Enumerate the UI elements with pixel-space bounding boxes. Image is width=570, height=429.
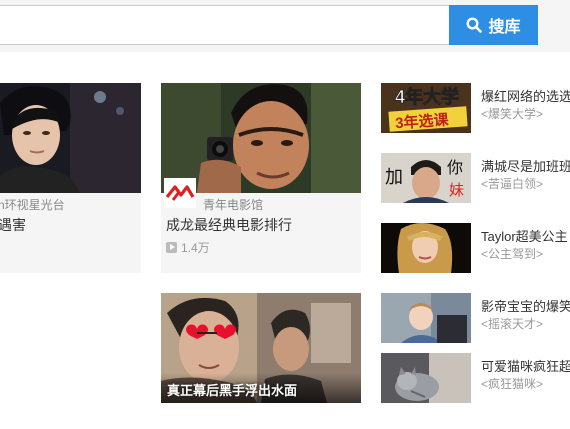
thumb-caption: 3年选课: [395, 111, 450, 133]
view-count: 1.4万: [181, 241, 210, 255]
side-item-title[interactable]: 爆红网络的选选: [481, 86, 570, 105]
video-card[interactable]: n环视星光台 遇害: [0, 83, 141, 273]
thumb-caption: 加: [385, 167, 403, 187]
side-list-item[interactable]: 加 你 妹 满城尽是加班班 <苦逼白领>: [381, 153, 570, 205]
channel-logo: [164, 178, 196, 208]
side-item-subtitle: <公主驾到>: [481, 247, 544, 261]
side-item-title[interactable]: Taylor超美公主: [481, 226, 568, 245]
side-thumbnail[interactable]: [381, 223, 471, 273]
video-title[interactable]: 真正幕后黑手浮出水面: [167, 380, 297, 399]
thumb-caption: 你: [447, 159, 463, 177]
search-input[interactable]: [0, 5, 450, 45]
side-item-subtitle: <摇滚天才>: [481, 317, 544, 331]
side-item-subtitle: <苦逼白领>: [481, 177, 544, 191]
video-thumbnail[interactable]: [161, 83, 361, 193]
side-item-subtitle: <爆笑大学>: [481, 107, 544, 121]
video-source: n环视星光台: [0, 198, 65, 212]
side-thumbnail[interactable]: [381, 353, 471, 403]
search-icon: [466, 17, 483, 33]
side-thumbnail[interactable]: 4年大学 3年选课: [381, 83, 471, 133]
video-source: 青年电影馆: [203, 198, 264, 212]
side-thumbnail[interactable]: 加 你 妹: [381, 153, 471, 203]
side-item-title[interactable]: 影帝宝宝的爆笑: [481, 296, 570, 315]
side-item-subtitle: <疯狂猫咪>: [481, 377, 544, 391]
side-thumbnail[interactable]: [381, 293, 471, 343]
video-title[interactable]: 遇害: [0, 215, 26, 235]
thumb-caption: 妹: [449, 182, 464, 199]
side-list-item[interactable]: 可爱猫咪疯狂超 <疯狂猫咪>: [381, 353, 570, 405]
side-list-item[interactable]: Taylor超美公主 <公主驾到>: [381, 223, 570, 275]
side-item-title[interactable]: 满城尽是加班班: [481, 156, 570, 175]
search-bar: 搜库: [0, 0, 570, 52]
video-thumbnail[interactable]: [0, 83, 141, 193]
play-count-icon: [166, 242, 177, 253]
video-card[interactable]: 青年电影馆 成龙最经典电影排行 1.4万: [161, 83, 361, 273]
video-title[interactable]: 成龙最经典电影排行: [166, 215, 292, 235]
side-item-title[interactable]: 可爱猫咪疯狂超: [481, 356, 570, 375]
side-list-item[interactable]: 4年大学 3年选课 爆红网络的选选 <爆笑大学>: [381, 83, 570, 135]
video-card[interactable]: 真正幕后黑手浮出水面: [161, 293, 361, 403]
thumb-caption: 4年大学: [395, 86, 459, 107]
search-button-label: 搜库: [488, 19, 521, 36]
video-views: 1.4万: [166, 239, 210, 256]
search-button[interactable]: 搜库: [449, 5, 538, 45]
side-list-item[interactable]: 影帝宝宝的爆笑 <摇滚天才>: [381, 293, 570, 345]
